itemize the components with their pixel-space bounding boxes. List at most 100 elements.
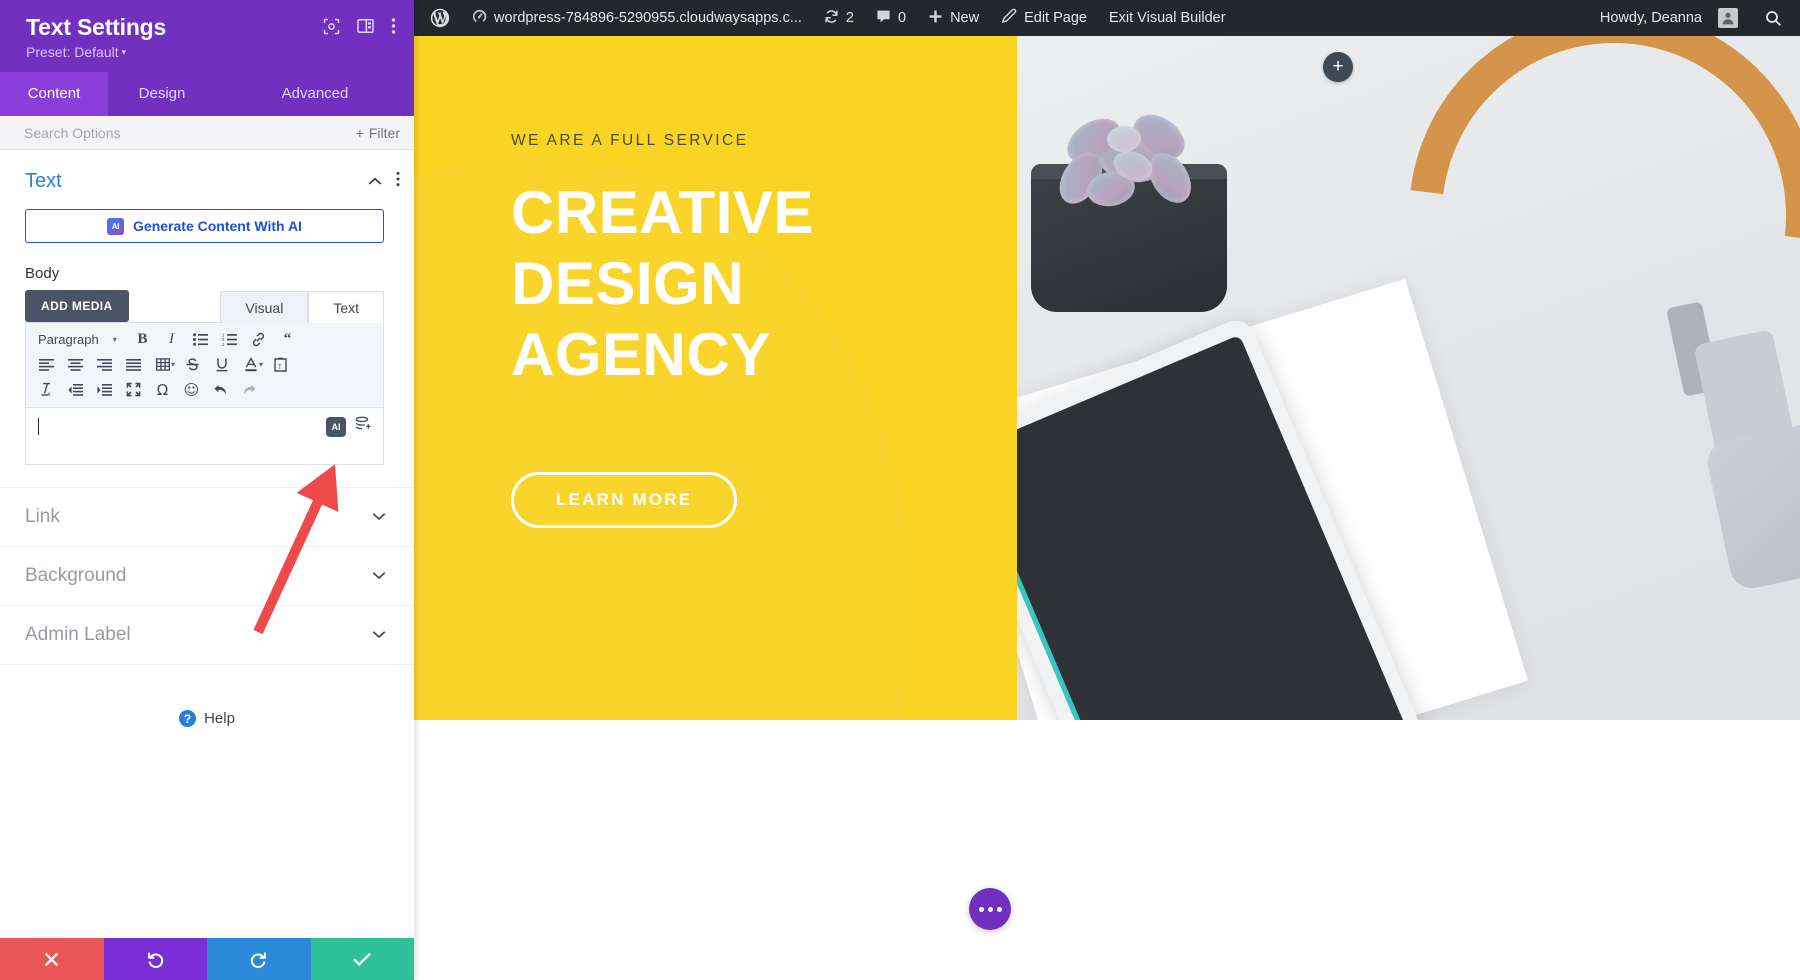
align-justify-icon[interactable] xyxy=(119,352,148,377)
save-changes-button[interactable] xyxy=(310,938,414,980)
redo-icon xyxy=(251,952,267,968)
ellipsis-dot xyxy=(987,906,993,912)
accordion-background[interactable]: Background xyxy=(0,546,414,605)
ai-assist-button[interactable]: AI xyxy=(326,416,346,437)
text-section-title: Text xyxy=(25,170,62,193)
layout-panel-icon[interactable] xyxy=(357,18,374,34)
photo-succulent xyxy=(1017,105,1253,256)
new-label: New xyxy=(950,10,980,26)
align-center-icon[interactable] xyxy=(61,352,90,377)
exit-visual-builder-item[interactable]: Exit Visual Builder xyxy=(1098,10,1237,26)
add-section-button[interactable]: + xyxy=(1323,52,1353,82)
updates-item[interactable]: 2 xyxy=(813,9,865,28)
text-settings-panel: Text Settings Preset: Default ▾ Content … xyxy=(0,0,414,980)
paste-as-text-icon[interactable]: T xyxy=(266,352,295,377)
site-name-item[interactable]: wordpress-784896-5290955.cloudwaysapps.c… xyxy=(461,9,813,28)
redo-icon[interactable] xyxy=(235,377,264,402)
hero-heading: CREATIVE DESIGN AGENCY xyxy=(511,178,1017,390)
accordion-link-label: Link xyxy=(25,506,60,528)
body-editor-content[interactable]: AI xyxy=(26,408,383,465)
hero-text-column: WE ARE A FULL SERVICE CREATIVE DESIGN AG… xyxy=(414,36,1017,720)
panel-action-bar xyxy=(0,938,414,980)
page-settings-fab[interactable] xyxy=(969,888,1011,930)
preset-selector[interactable]: Preset: Default ▾ xyxy=(26,44,166,60)
help-link[interactable]: ? Help xyxy=(0,710,414,728)
below-fold-area xyxy=(414,720,1800,980)
panel-title: Text Settings xyxy=(26,14,167,40)
generate-ai-label: Generate Content With AI xyxy=(133,218,302,235)
tab-design[interactable]: Design xyxy=(108,72,216,117)
plus-icon xyxy=(928,9,943,28)
blockquote-icon[interactable]: “ xyxy=(273,327,302,352)
link-icon[interactable] xyxy=(244,327,273,352)
text-color-dropdown-caret[interactable]: ▾ xyxy=(259,360,263,369)
special-character-icon[interactable]: Ω xyxy=(148,377,177,402)
underline-icon[interactable] xyxy=(207,352,236,377)
fullscreen-icon[interactable] xyxy=(119,377,148,402)
text-cursor xyxy=(38,418,39,436)
search-input[interactable]: Search Options xyxy=(24,125,121,141)
redo-button[interactable] xyxy=(207,938,311,980)
more-vertical-icon[interactable] xyxy=(391,17,396,35)
emoji-icon[interactable]: ☺ xyxy=(177,377,206,402)
comments-item[interactable]: 0 xyxy=(865,9,917,28)
discard-changes-button[interactable] xyxy=(0,938,104,980)
add-media-button[interactable]: ADD MEDIA xyxy=(25,290,129,323)
chevron-up-icon[interactable] xyxy=(368,173,382,191)
hero-heading-line-1: CREATIVE xyxy=(511,179,814,246)
accordion-background-label: Background xyxy=(25,565,127,587)
focus-target-icon[interactable] xyxy=(323,18,340,35)
ellipsis-dot xyxy=(996,906,1002,912)
tab-text[interactable]: Text xyxy=(308,291,384,324)
indent-icon[interactable] xyxy=(90,377,119,402)
tab-content[interactable]: Content xyxy=(0,72,108,117)
filter-button[interactable]: + Filter xyxy=(356,125,400,141)
accordion-link[interactable]: Link xyxy=(0,487,414,546)
chevron-down-icon xyxy=(372,567,386,585)
numbered-list-icon[interactable]: 1 2 3 xyxy=(215,327,244,352)
clear-formatting-icon[interactable]: x xyxy=(32,377,61,402)
strikethrough-icon[interactable] xyxy=(178,352,207,377)
filter-label: Filter xyxy=(368,124,400,141)
check-icon xyxy=(353,952,372,967)
generate-content-with-ai-button[interactable]: AI Generate Content With AI xyxy=(25,209,384,244)
accordion-admin-label[interactable]: Admin Label xyxy=(0,605,414,666)
text-section-header[interactable]: Text xyxy=(0,150,414,205)
help-label: Help xyxy=(204,710,235,728)
bold-icon[interactable]: B xyxy=(128,327,157,352)
undo-button[interactable] xyxy=(103,938,207,980)
learn-more-button[interactable]: LEARN MORE xyxy=(511,472,738,529)
align-right-icon[interactable] xyxy=(90,352,119,377)
align-left-icon[interactable] xyxy=(32,352,61,377)
italic-icon[interactable]: I xyxy=(157,327,186,352)
toolbar-row-3: x Ω ☺ xyxy=(32,377,377,402)
comments-count: 0 xyxy=(898,10,907,26)
undo-icon[interactable] xyxy=(206,377,235,402)
updates-count: 2 xyxy=(845,10,854,26)
edit-page-item[interactable]: Edit Page xyxy=(990,8,1098,28)
format-select-value: Paragraph xyxy=(38,332,99,348)
close-icon xyxy=(45,952,59,966)
new-content-item[interactable]: New xyxy=(917,9,990,28)
search-icon[interactable] xyxy=(1749,10,1788,27)
dashboard-icon xyxy=(472,9,487,28)
comment-icon xyxy=(876,9,891,28)
table-dropdown-caret[interactable]: ▾ xyxy=(171,360,175,369)
panel-body: Text AI Generate Content With AI Body AD… xyxy=(0,150,414,938)
chevron-down-icon: ▾ xyxy=(112,335,117,345)
howdy-item[interactable]: Howdy, Deanna xyxy=(1589,8,1749,28)
svg-text:T: T xyxy=(278,365,282,371)
hero-kicker: WE ARE A FULL SERVICE xyxy=(511,132,749,149)
content-layers-icon[interactable] xyxy=(355,416,372,437)
outdent-icon[interactable] xyxy=(61,377,90,402)
howdy-label: Howdy, Deanna xyxy=(1599,10,1702,26)
bulleted-list-icon[interactable] xyxy=(186,327,215,352)
tab-advanced[interactable]: Advanced xyxy=(216,72,414,117)
tinymce-editor: Paragraph ▾ B I 1 2 3 “ ▾ ▾ T x Ω ☺ AI xyxy=(25,322,384,466)
wordpress-logo-icon[interactable] xyxy=(424,8,461,28)
tab-visual[interactable]: Visual xyxy=(220,291,309,324)
hero-image-column: + xyxy=(1017,36,1800,720)
more-vertical-icon[interactable] xyxy=(396,171,400,192)
settings-accordion: Link Background Admin Label xyxy=(0,487,414,666)
format-select[interactable]: Paragraph ▾ xyxy=(32,327,128,352)
